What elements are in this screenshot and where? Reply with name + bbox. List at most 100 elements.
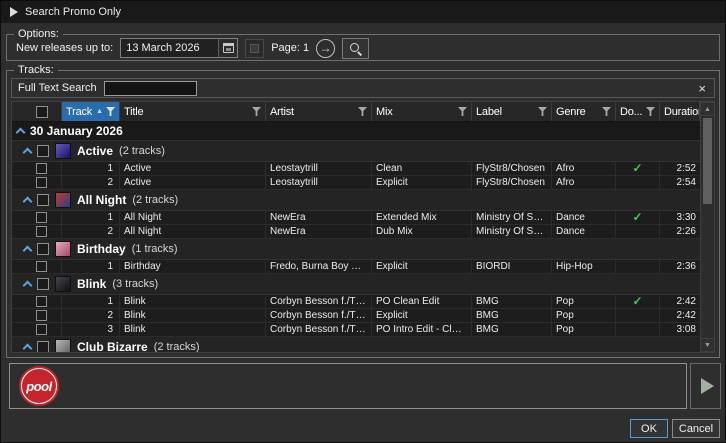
chevron-up-icon[interactable] — [23, 246, 33, 256]
arrow-right-icon: → — [320, 42, 332, 54]
group-count: (3 tracks) — [112, 278, 158, 290]
scroll-down-button[interactable]: ▼ — [701, 338, 714, 352]
scroll-up-button[interactable]: ▲ — [701, 102, 714, 116]
track-row[interactable]: 2BlinkCorbyn Besson f./TZUYUExplicitBMGP… — [12, 309, 700, 323]
track-row[interactable]: 1All NightNewEraExtended MixMinistry Of … — [12, 211, 700, 225]
calendar-button[interactable] — [218, 39, 237, 57]
track-row[interactable]: 1BirthdayFredo, Burna Boy & Steel Ban...… — [12, 260, 700, 274]
filter-icon[interactable] — [252, 107, 261, 116]
cell-track-number: 2 — [62, 309, 120, 322]
go-page-button[interactable]: → — [316, 39, 335, 58]
track-group-row[interactable]: Blink(3 tracks) — [12, 274, 700, 295]
filter-icon[interactable] — [106, 107, 115, 116]
group-checkbox[interactable] — [37, 243, 49, 255]
cell-duration: 3:30 — [660, 211, 700, 224]
filter-icon[interactable] — [358, 107, 367, 116]
pool-logo: pool — [19, 366, 59, 406]
cell-downloaded — [616, 225, 660, 238]
group-checkbox[interactable] — [37, 341, 49, 352]
search-button[interactable] — [342, 38, 369, 59]
expander-header-cell — [12, 102, 28, 121]
row-checkbox[interactable] — [36, 310, 47, 321]
close-icon[interactable]: × — [696, 82, 708, 95]
new-releases-label: New releases up to: — [16, 42, 113, 54]
cell-title: Birthday — [120, 260, 266, 273]
cell-downloaded: ✓ — [616, 211, 660, 224]
date-field[interactable] — [120, 38, 238, 58]
cell-duration: 2:36 — [660, 260, 700, 273]
date-input[interactable] — [121, 42, 218, 54]
date-group-row[interactable]: 30 January 2026 — [12, 122, 700, 141]
row-checkbox[interactable] — [36, 163, 47, 174]
titlebar[interactable]: Search Promo Only — [1, 1, 725, 23]
cell-genre: Afro — [552, 176, 616, 189]
select-all-checkbox[interactable] — [36, 106, 48, 118]
downloaded-check-icon: ✓ — [632, 295, 642, 308]
window-title: Search Promo Only — [25, 6, 121, 18]
pool-logo-text: pool — [26, 379, 51, 394]
row-checkbox-cell — [28, 225, 62, 238]
table-header-row: Track▲TitleArtistMixLabelGenreDo...Durat… — [12, 102, 700, 122]
chevron-up-icon[interactable] — [23, 281, 33, 291]
cell-artist: Corbyn Besson f./TZUYU — [266, 309, 372, 322]
filter-icon[interactable] — [602, 107, 611, 116]
row-checkbox[interactable] — [36, 177, 47, 188]
column-header-downloaded[interactable]: Do... — [616, 102, 660, 121]
cell-title: All Night — [120, 211, 266, 224]
row-checkbox[interactable] — [36, 226, 47, 237]
chevron-up-icon[interactable] — [23, 197, 33, 207]
track-group-row[interactable]: Active(2 tracks) — [12, 141, 700, 162]
chevron-up-icon[interactable] — [23, 148, 33, 158]
column-header-label[interactable]: Label — [472, 102, 552, 121]
column-header-genre[interactable]: Genre — [552, 102, 616, 121]
scrollbar-thumb[interactable] — [703, 118, 712, 204]
group-title: All Night — [77, 193, 126, 207]
column-header-mix[interactable]: Mix — [372, 102, 472, 121]
row-checkbox[interactable] — [36, 261, 47, 272]
cell-duration: 3:08 — [660, 323, 700, 336]
filter-icon[interactable] — [646, 107, 655, 116]
options-group: Options: New releases up to: Page: 1 → — [6, 34, 720, 61]
sort-asc-icon: ▲ — [96, 108, 103, 115]
column-header-duration[interactable]: Duration — [660, 102, 700, 121]
chevron-up-icon[interactable] — [16, 128, 26, 138]
row-checkbox[interactable] — [36, 296, 47, 307]
cell-title: Blink — [120, 323, 266, 336]
column-header-artist[interactable]: Artist — [266, 102, 372, 121]
play-button[interactable] — [690, 363, 721, 409]
tracks-grid: Track▲TitleArtistMixLabelGenreDo...Durat… — [12, 102, 700, 352]
cell-track-number: 1 — [62, 211, 120, 224]
full-text-search-input[interactable] — [104, 81, 197, 96]
row-checkbox[interactable] — [36, 324, 47, 335]
group-checkbox[interactable] — [37, 145, 49, 157]
cell-label: BMG — [472, 323, 552, 336]
cell-artist: Leostaytrill — [266, 176, 372, 189]
track-group-row[interactable]: All Night(2 tracks) — [12, 190, 700, 211]
track-group-row[interactable]: Birthday(1 tracks) — [12, 239, 700, 260]
track-row[interactable]: 2ActiveLeostaytrillExplicitFlyStr8/Chose… — [12, 176, 700, 190]
group-checkbox[interactable] — [37, 278, 49, 290]
group-checkbox[interactable] — [37, 194, 49, 206]
chevron-up-icon[interactable] — [23, 344, 33, 352]
track-row[interactable]: 1ActiveLeostaytrillCleanFlyStr8/ChosenAf… — [12, 162, 700, 176]
filter-icon[interactable] — [538, 107, 547, 116]
track-group-row[interactable]: Club Bizarre(2 tracks) — [12, 337, 700, 352]
ok-button[interactable]: OK — [630, 419, 668, 438]
row-checkbox[interactable] — [36, 212, 47, 223]
cell-downloaded — [616, 323, 660, 336]
column-header-track[interactable]: Track▲ — [62, 102, 120, 121]
track-row[interactable]: 1BlinkCorbyn Besson f./TZUYUPO Clean Edi… — [12, 295, 700, 309]
cancel-button[interactable]: Cancel — [672, 419, 720, 438]
vertical-scrollbar[interactable]: ▲ ▼ — [700, 102, 714, 352]
track-row[interactable]: 2All NightNewEraDub MixMinistry Of Sound… — [12, 225, 700, 239]
scrollbar-track[interactable] — [701, 116, 714, 338]
column-header-title[interactable]: Title — [120, 102, 266, 121]
expander-cell — [12, 176, 28, 189]
cell-track-number: 3 — [62, 323, 120, 336]
date-extra-button[interactable] — [245, 39, 264, 58]
cell-artist: Corbyn Besson f./TZUYU — [266, 323, 372, 336]
filter-icon[interactable] — [458, 107, 467, 116]
cell-mix: Extended Mix — [372, 211, 472, 224]
track-row[interactable]: 3BlinkCorbyn Besson f./TZUYUPO Intro Edi… — [12, 323, 700, 337]
select-all-cell — [28, 102, 62, 121]
